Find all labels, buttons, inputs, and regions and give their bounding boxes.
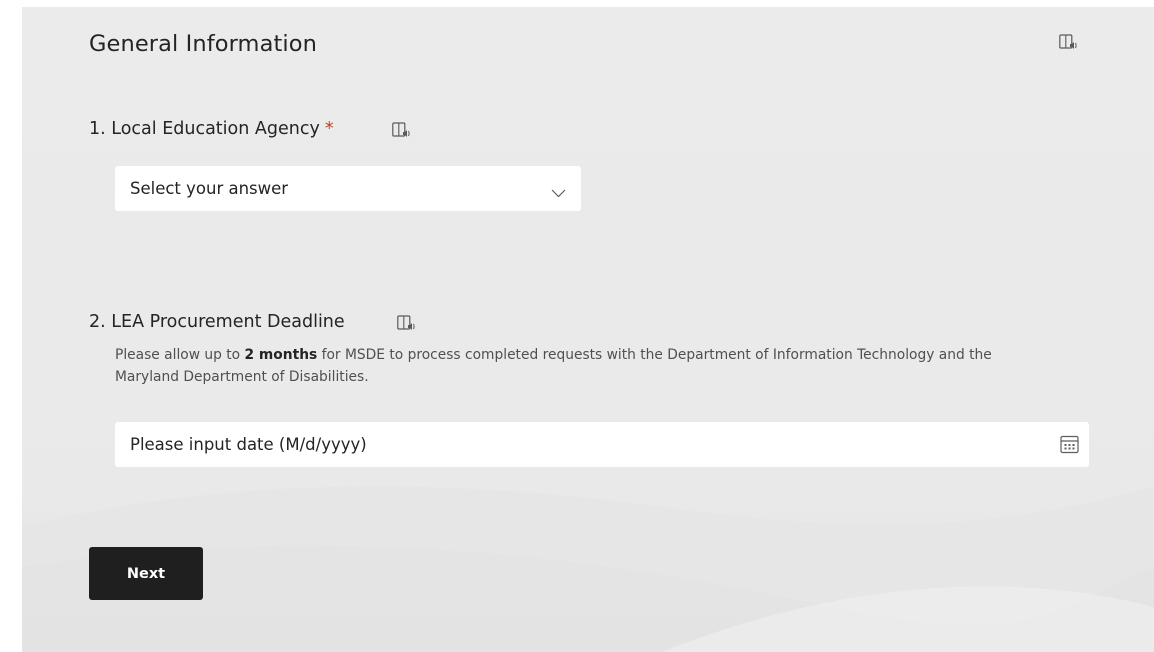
question-2-label: LEA Procurement Deadline <box>111 312 345 332</box>
description-bold: 2 months <box>244 347 318 363</box>
date-placeholder: Please input date (M/d/yyyy) <box>130 435 367 454</box>
question-1-number: 1. <box>89 119 106 139</box>
immersive-reader-icon[interactable] <box>392 122 411 139</box>
description-before: Please allow up to <box>115 347 245 363</box>
select-value: Select your answer <box>130 179 289 198</box>
chevron-down-icon <box>551 183 566 202</box>
question-2-title: 2. LEA Procurement Deadline <box>89 312 345 332</box>
immersive-reader-icon[interactable] <box>1059 34 1078 51</box>
question-2-description: Please allow up to 2 months for MSDE to … <box>115 344 1015 388</box>
calendar-icon[interactable] <box>1060 435 1079 458</box>
next-button[interactable]: Next <box>89 547 203 600</box>
immersive-reader-icon[interactable] <box>397 315 416 332</box>
question-2-number: 2. <box>89 312 106 332</box>
local-education-agency-select[interactable]: Select your answer <box>115 166 581 211</box>
section-title: General Information <box>89 31 317 57</box>
required-marker: * <box>324 119 334 139</box>
procurement-deadline-date-input[interactable]: Please input date (M/d/yyyy) <box>115 422 1089 467</box>
question-1-title: 1. Local Education Agency * <box>89 119 334 139</box>
form-panel: General Information 1. Local Education A… <box>22 7 1154 652</box>
question-1-label: Local Education Agency <box>111 119 320 139</box>
